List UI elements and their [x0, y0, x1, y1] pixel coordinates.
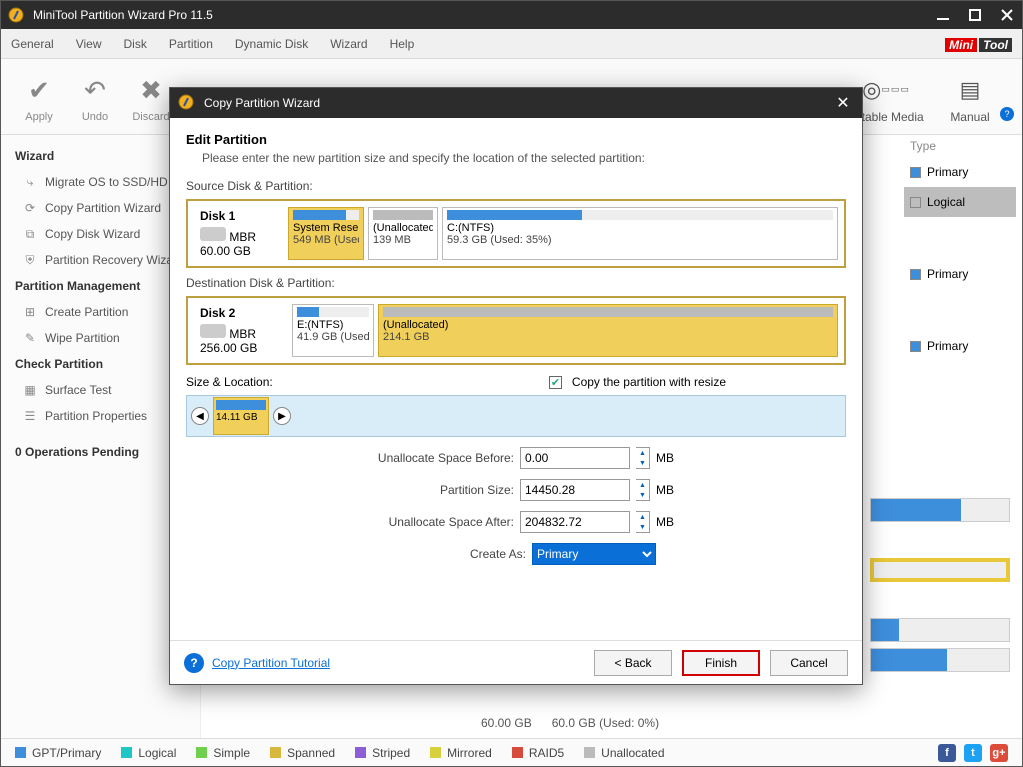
- finish-button[interactable]: Finish: [682, 650, 760, 676]
- after-label: Unallocate Space After:: [344, 515, 514, 529]
- size-bar[interactable]: ◀ 14.11 GB ▶: [186, 395, 846, 437]
- partition-chunk[interactable]: 14.11 GB: [213, 397, 269, 435]
- disk-info: Disk 1 MBR 60.00 GB: [194, 207, 282, 260]
- dialog-heading: Edit Partition: [186, 132, 846, 147]
- before-label: Unallocate Space Before:: [344, 451, 514, 465]
- partition-block[interactable]: E:(NTFS)41.9 GB (Used:: [292, 304, 374, 357]
- dialog-titlebar: Copy Partition Wizard ✕: [170, 88, 862, 118]
- create-as-select[interactable]: Primary: [532, 543, 656, 565]
- partition-size-label: Partition Size:: [344, 483, 514, 497]
- source-label: Source Disk & Partition:: [186, 179, 846, 193]
- partition-block[interactable]: System Reserved549 MB (Used:: [288, 207, 364, 260]
- unalloc-after-input[interactable]: [520, 511, 630, 533]
- back-button[interactable]: < Back: [594, 650, 672, 676]
- app-logo-icon: [178, 94, 196, 112]
- hdd-icon: [200, 227, 226, 241]
- partition-block[interactable]: (Unallocated139 MB: [368, 207, 438, 260]
- source-disk-box: Disk 1 MBR 60.00 GB System Reserved549 M…: [186, 199, 846, 268]
- partition-block[interactable]: (Unallocated)214.1 GB: [378, 304, 838, 357]
- create-as-label: Create As:: [356, 547, 526, 561]
- dialog-footer: ? Copy Partition Tutorial < Back Finish …: [170, 640, 862, 684]
- hdd-icon: [200, 324, 226, 338]
- spinner[interactable]: ▲▼: [636, 447, 650, 469]
- spinner[interactable]: ▲▼: [636, 479, 650, 501]
- disk-info: Disk 2 MBR 256.00 GB: [194, 304, 286, 357]
- size-location-label: Size & Location:: [186, 375, 273, 389]
- copy-resize-checkbox[interactable]: ✔: [549, 376, 562, 389]
- copy-partition-dialog: Copy Partition Wizard ✕ Edit Partition P…: [169, 87, 863, 685]
- dialog-close-button[interactable]: ✕: [832, 93, 854, 113]
- dest-label: Destination Disk & Partition:: [186, 276, 846, 290]
- tutorial-link[interactable]: Copy Partition Tutorial: [212, 656, 330, 670]
- copy-resize-label: Copy the partition with resize: [572, 375, 726, 389]
- dialog-title: Copy Partition Wizard: [204, 96, 832, 110]
- cancel-button[interactable]: Cancel: [770, 650, 848, 676]
- unalloc-before-input[interactable]: [520, 447, 630, 469]
- dest-disk-box: Disk 2 MBR 256.00 GB E:(NTFS)41.9 GB (Us…: [186, 296, 846, 365]
- partition-block[interactable]: C:(NTFS)59.3 GB (Used: 35%): [442, 207, 838, 260]
- partition-size-input[interactable]: [520, 479, 630, 501]
- resize-handle-right[interactable]: ▶: [273, 407, 291, 425]
- help-icon[interactable]: ?: [184, 653, 204, 673]
- spinner[interactable]: ▲▼: [636, 511, 650, 533]
- resize-handle-left[interactable]: ◀: [191, 407, 209, 425]
- dialog-subheading: Please enter the new partition size and …: [202, 151, 846, 165]
